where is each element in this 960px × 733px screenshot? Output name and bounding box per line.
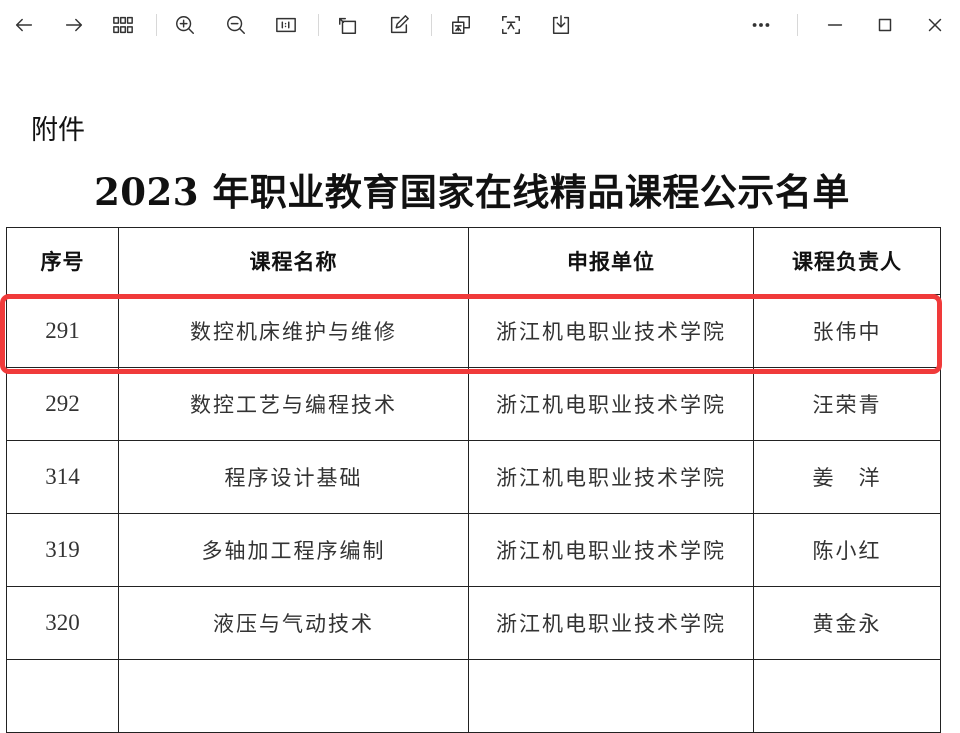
- table-row: 319 多轴加工程序编制 浙江机电职业技术学院 陈小红: [6, 513, 941, 587]
- toolbar-separator: [318, 14, 319, 36]
- course-table: 序号 课程名称 申报单位 课程负责人 291 数控机床维护与维修 浙江机电职业技…: [6, 227, 941, 733]
- minimize-icon[interactable]: [820, 10, 850, 40]
- row-serial-number: 320: [6, 586, 119, 660]
- row-course-lead: 陈小红: [753, 513, 941, 587]
- header-course-name: 课程名称: [118, 227, 469, 295]
- row-applicant-unit: 浙江机电职业技术学院: [468, 294, 754, 368]
- row-course-lead: 汪荣青: [753, 367, 941, 441]
- download-icon[interactable]: [546, 10, 576, 40]
- annotate-icon[interactable]: [384, 10, 414, 40]
- header-applicant-unit: 申报单位: [468, 227, 754, 295]
- row-serial-number: 314: [6, 440, 119, 514]
- table-row: 314 程序设计基础 浙江机电职业技术学院 姜 洋: [6, 440, 941, 514]
- row-course-name: 液压与气动技术: [118, 586, 469, 660]
- maximize-icon[interactable]: [870, 10, 900, 40]
- more-icon[interactable]: [746, 10, 776, 40]
- forward-icon[interactable]: [59, 10, 89, 40]
- row-serial-number: 319: [6, 513, 119, 587]
- page-title: 2023 年职业教育国家在线精品课程公示名单: [94, 170, 850, 214]
- rotate-icon[interactable]: [333, 10, 363, 40]
- zoom-out-icon[interactable]: [221, 10, 251, 40]
- row-course-lead: 姜 洋: [753, 440, 941, 514]
- actual-size-icon[interactable]: [271, 10, 301, 40]
- row-cell-empty: [753, 659, 941, 733]
- translate-icon[interactable]: [446, 10, 476, 40]
- row-course-lead: 张伟中: [753, 294, 941, 368]
- ocr-icon[interactable]: [496, 10, 526, 40]
- row-cell-empty: [6, 659, 119, 733]
- table-row: 320 液压与气动技术 浙江机电职业技术学院 黄金永: [6, 586, 941, 660]
- row-course-lead: 黄金永: [753, 586, 941, 660]
- table-row-partial: [6, 659, 941, 733]
- viewer-toolbar: [0, 0, 960, 50]
- close-icon[interactable]: [920, 10, 950, 40]
- table-row: 292 数控工艺与编程技术 浙江机电职业技术学院 汪荣青: [6, 367, 941, 441]
- toolbar-separator: [797, 14, 798, 36]
- row-applicant-unit: 浙江机电职业技术学院: [468, 367, 754, 441]
- row-serial-number: 291: [6, 294, 119, 368]
- row-applicant-unit: 浙江机电职业技术学院: [468, 440, 754, 514]
- attachment-label: 附件: [31, 115, 85, 146]
- row-applicant-unit: 浙江机电职业技术学院: [468, 513, 754, 587]
- back-icon[interactable]: [9, 10, 39, 40]
- row-cell-empty: [468, 659, 754, 733]
- toolbar-separator: [156, 14, 157, 36]
- header-course-lead: 课程负责人: [753, 227, 941, 295]
- table-header-row: 序号 课程名称 申报单位 课程负责人: [6, 227, 941, 295]
- row-applicant-unit: 浙江机电职业技术学院: [468, 586, 754, 660]
- row-course-name: 数控工艺与编程技术: [118, 367, 469, 441]
- zoom-in-icon[interactable]: [170, 10, 200, 40]
- header-serial-number: 序号: [6, 227, 119, 295]
- toolbar-separator: [431, 14, 432, 36]
- document-page: 附件 2023 年职业教育国家在线精品课程公示名单 序号 课程名称 申报单位 课…: [0, 50, 960, 733]
- row-course-name: 数控机床维护与维修: [118, 294, 469, 368]
- row-course-name: 多轴加工程序编制: [118, 513, 469, 587]
- thumbnails-icon[interactable]: [108, 10, 138, 40]
- row-course-name: 程序设计基础: [118, 440, 469, 514]
- row-serial-number: 292: [6, 367, 119, 441]
- row-cell-empty: [118, 659, 469, 733]
- table-row: 291 数控机床维护与维修 浙江机电职业技术学院 张伟中: [6, 294, 941, 368]
